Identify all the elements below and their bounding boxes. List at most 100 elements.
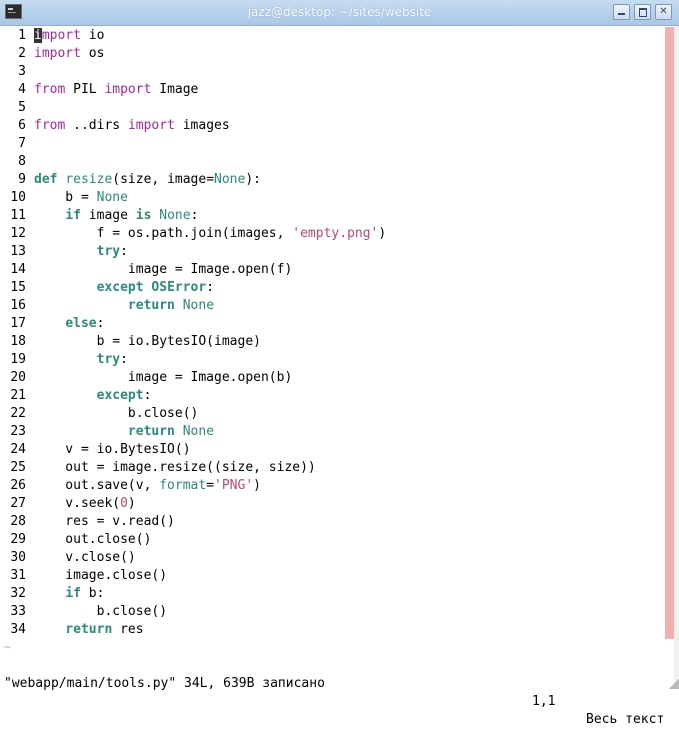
code-token: return bbox=[127, 424, 175, 439]
code-token: b = io.BytesIO(image) bbox=[34, 334, 261, 349]
code-token: v.seek( bbox=[34, 496, 121, 511]
line-number: 32 bbox=[10, 586, 26, 601]
code-text[interactable]: except: bbox=[34, 387, 152, 405]
line-number: 15 bbox=[10, 280, 26, 295]
code-text[interactable]: image.close() bbox=[34, 567, 167, 585]
line-number: 12 bbox=[10, 226, 26, 241]
code-token: from bbox=[34, 82, 66, 97]
line-number: 16 bbox=[10, 298, 26, 313]
code-token: import bbox=[127, 118, 175, 133]
code-token: Image bbox=[151, 82, 199, 97]
resize-grip[interactable] bbox=[669, 679, 679, 689]
code-token: (size, image= bbox=[112, 172, 215, 187]
line-number: 18 bbox=[10, 334, 26, 349]
code-text[interactable]: image = Image.open(f) bbox=[34, 261, 292, 279]
code-text[interactable]: else: bbox=[34, 315, 104, 333]
code-token: ) bbox=[253, 478, 261, 493]
status-message: "webapp/main/tools.py" 34L, 639B записан… bbox=[4, 676, 325, 691]
code-token: return bbox=[65, 622, 113, 637]
code-token: None bbox=[96, 190, 128, 205]
code-text[interactable]: from ..dirs import images bbox=[34, 117, 230, 135]
line-number: 17 bbox=[10, 316, 26, 331]
title-bar[interactable]: jazz@desktop: ~/sites/website ✕ bbox=[0, 0, 679, 26]
code-text[interactable]: import os bbox=[34, 45, 104, 63]
code-text[interactable]: b.close() bbox=[34, 405, 198, 423]
line-number: 8 bbox=[18, 154, 26, 169]
code-token: f = os.path.join(images, bbox=[34, 226, 293, 241]
code-token: try bbox=[96, 244, 121, 259]
code-token: OSError bbox=[151, 280, 207, 295]
line-number: 34 bbox=[10, 622, 26, 637]
code-text[interactable]: try: bbox=[34, 243, 128, 261]
code-text[interactable]: from PIL import Image bbox=[34, 81, 198, 99]
code-text[interactable]: b = io.BytesIO(image) bbox=[34, 333, 261, 351]
code-text[interactable]: if b: bbox=[34, 585, 104, 603]
code-token: os bbox=[80, 46, 105, 61]
code-text[interactable]: try: bbox=[34, 351, 128, 369]
line-number: 9 bbox=[18, 172, 26, 187]
code-text[interactable]: out = image.resize((size, size)) bbox=[34, 459, 315, 477]
code-token: from bbox=[34, 118, 66, 133]
line-number: 7 bbox=[18, 136, 26, 151]
minimize-icon bbox=[618, 13, 625, 15]
line-number: 2 bbox=[18, 46, 26, 61]
code-token: None bbox=[182, 298, 215, 313]
code-text[interactable]: v.close() bbox=[34, 549, 135, 567]
code-text[interactable]: out.save(v, format='PNG') bbox=[34, 477, 261, 495]
code-text[interactable]: out.close() bbox=[34, 531, 151, 549]
line-number: 4 bbox=[18, 82, 26, 97]
minimize-button[interactable] bbox=[613, 4, 630, 20]
line-number: 24 bbox=[10, 442, 26, 457]
line-number: 10 bbox=[10, 190, 26, 205]
code-token: res bbox=[112, 622, 144, 637]
code-token: = bbox=[206, 478, 215, 493]
code-token: b: bbox=[80, 586, 105, 601]
line-number: 27 bbox=[10, 496, 26, 511]
code-text[interactable]: return None bbox=[34, 297, 214, 315]
code-text[interactable]: b.close() bbox=[34, 603, 167, 621]
close-button[interactable]: ✕ bbox=[655, 4, 672, 20]
code-token: resize bbox=[65, 172, 113, 187]
code-text[interactable]: return None bbox=[34, 423, 214, 441]
code-text[interactable]: f = os.path.join(images, 'empty.png') bbox=[34, 225, 387, 243]
code-text[interactable]: return res bbox=[34, 621, 144, 639]
code-text[interactable]: image = Image.open(b) bbox=[34, 369, 292, 387]
line-number: 21 bbox=[10, 388, 26, 403]
line-number: 26 bbox=[10, 478, 26, 493]
line-number: 30 bbox=[10, 550, 26, 565]
line-number: 19 bbox=[10, 352, 26, 367]
line-number: 20 bbox=[10, 370, 26, 385]
terminal-window: jazz@desktop: ~/sites/website ✕ 1 import … bbox=[0, 0, 679, 727]
code-text[interactable]: res = v.read() bbox=[34, 513, 175, 531]
code-token: images bbox=[174, 118, 230, 133]
line-number: 1 bbox=[18, 28, 26, 43]
code-text[interactable]: v.seek(0) bbox=[34, 495, 135, 513]
code-text[interactable]: v = io.BytesIO() bbox=[34, 441, 190, 459]
code-text[interactable]: except OSError: bbox=[34, 279, 214, 297]
status-line: "webapp/main/tools.py" 34L, 639B записан… bbox=[0, 657, 679, 727]
maximize-button[interactable] bbox=[634, 4, 651, 20]
code-token: format bbox=[159, 478, 207, 493]
code-text[interactable]: def resize(size, image=None): bbox=[34, 171, 261, 189]
code-text[interactable]: if image is None: bbox=[34, 207, 198, 225]
code-token: ) bbox=[378, 226, 387, 241]
code-token: import bbox=[34, 46, 81, 61]
code-token: if bbox=[65, 586, 81, 601]
close-icon: ✕ bbox=[659, 6, 668, 17]
code-token: is bbox=[135, 208, 152, 223]
line-number: 6 bbox=[18, 118, 26, 133]
code-token: try bbox=[96, 352, 121, 367]
code-token: res = v.read() bbox=[34, 514, 175, 529]
code-token: if bbox=[65, 208, 81, 223]
code-token: def bbox=[34, 172, 58, 187]
vim-editor[interactable]: 1 import io 2 import os 3 4 from PIL import Im… bbox=[0, 26, 679, 656]
line-number: 5 bbox=[18, 100, 26, 115]
code-text[interactable]: import io bbox=[34, 27, 104, 45]
code-text[interactable]: b = None bbox=[34, 189, 128, 207]
code-token: out.save(v, bbox=[34, 478, 160, 493]
